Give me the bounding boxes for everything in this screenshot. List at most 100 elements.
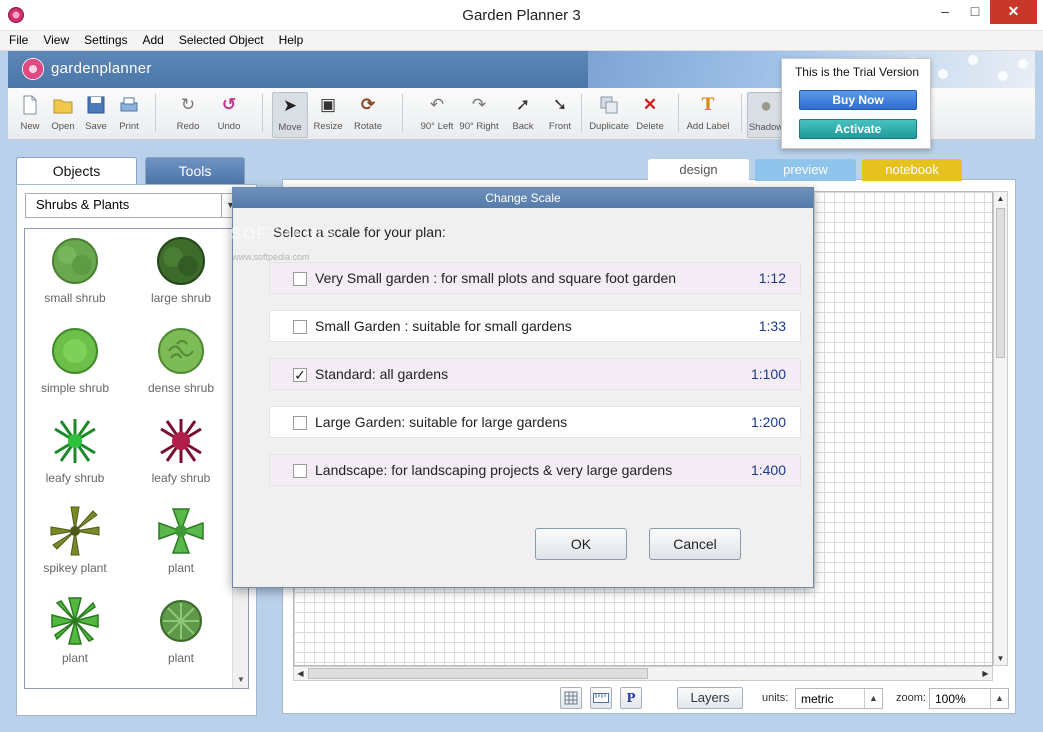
chevron-up-icon[interactable]: ▲	[990, 689, 1008, 708]
scale-option-very-small[interactable]: Very Small garden : for small plots and …	[269, 262, 801, 294]
zoom-select[interactable]: 100% ▲	[929, 688, 1009, 709]
rotate-right-icon: ↷	[471, 95, 487, 114]
rotate-icon: ⟳	[360, 95, 376, 114]
shadow-button[interactable]: ● Shadow	[747, 92, 785, 138]
scroll-right-icon[interactable]: ▶	[979, 667, 992, 680]
category-value: Shrubs & Plants	[36, 197, 130, 212]
delete-button[interactable]: ✕ Delete	[628, 92, 672, 138]
scale-option-landscape[interactable]: Landscape: for landscaping projects & ve…	[269, 454, 801, 486]
save-icon	[87, 96, 105, 114]
plant-item-small-shrub[interactable]: small shrub	[25, 229, 125, 319]
menu-file[interactable]: File	[0, 31, 34, 47]
front-label: Front	[548, 121, 572, 132]
scroll-down-icon[interactable]: ▼	[233, 672, 248, 688]
scale-checkbox-checked[interactable]: ✓	[293, 368, 307, 382]
cancel-button[interactable]: Cancel	[649, 528, 741, 560]
undo-icon: ↺	[221, 95, 237, 114]
plant-labels-toggle[interactable]: P	[620, 687, 642, 709]
activate-button[interactable]: Activate	[799, 119, 917, 139]
plant-item-spikey-plant[interactable]: spikey plant	[25, 499, 125, 589]
tab-design[interactable]: design	[648, 159, 749, 181]
send-back-icon: ➚	[515, 95, 531, 114]
plant-item-plant[interactable]: plant	[131, 589, 231, 679]
plant-item-simple-shrub[interactable]: simple shrub	[25, 319, 125, 409]
new-file-icon	[23, 95, 37, 115]
ruler-toggle-button[interactable]	[590, 687, 612, 709]
scale-checkbox[interactable]	[293, 464, 307, 478]
ok-button[interactable]: OK	[535, 528, 627, 560]
plant-name: dense shrub	[147, 381, 215, 395]
toolbar-separator	[741, 94, 742, 132]
tab-preview[interactable]: preview	[755, 159, 856, 181]
menu-add[interactable]: Add	[134, 31, 170, 47]
rotate-button[interactable]: ⟳ Rotate	[346, 92, 390, 138]
move-button[interactable]: ➤ Move	[272, 92, 308, 138]
vertical-scrollbar[interactable]: ▲ ▼	[993, 191, 1008, 666]
plant-item-plant[interactable]: plant	[131, 499, 231, 589]
plant-item-dense-shrub[interactable]: dense shrub	[131, 319, 231, 409]
watermark-url: www.softpedia.com	[232, 252, 310, 262]
zoom-value: 100%	[935, 692, 966, 706]
scrollbar-thumb[interactable]	[308, 668, 648, 679]
resize-icon: ▣	[319, 95, 337, 114]
delete-icon: ✕	[642, 95, 658, 114]
close-button[interactable]: ✕	[990, 0, 1037, 24]
scrollbar-thumb[interactable]	[996, 208, 1005, 358]
plant-item-plant[interactable]: plant	[25, 589, 125, 679]
scroll-up-icon[interactable]: ▲	[994, 192, 1007, 205]
tab-objects[interactable]: Objects	[16, 157, 137, 185]
folder-icon	[53, 99, 73, 114]
scale-option-large[interactable]: Large Garden: suitable for large gardens…	[269, 406, 801, 438]
front-button[interactable]: ➘ Front	[538, 92, 582, 138]
layers-button[interactable]: Layers	[677, 687, 743, 709]
add-label-button[interactable]: T Add Label	[685, 92, 731, 138]
resize-button[interactable]: ▣ Resize	[306, 92, 350, 138]
scale-checkbox[interactable]	[293, 416, 307, 430]
horizontal-scrollbar[interactable]: ◀ ▶	[293, 666, 993, 681]
buy-now-button[interactable]: Buy Now	[799, 90, 917, 110]
rotate-right-label: 90° Right	[459, 121, 499, 132]
grid-toggle-button[interactable]	[560, 687, 582, 709]
scale-checkbox[interactable]	[293, 320, 307, 334]
rotate-left-button[interactable]: ↶ 90° Left	[415, 92, 459, 138]
plant-item-leafy-shrub-green[interactable]: leafy shrub	[25, 409, 125, 499]
units-select[interactable]: metric ▲	[795, 688, 883, 709]
scroll-left-icon[interactable]: ◀	[294, 667, 307, 680]
duplicate-button[interactable]: Duplicate	[586, 92, 632, 138]
plant-item-large-shrub[interactable]: large shrub	[131, 229, 231, 319]
plant-name: spikey plant	[43, 561, 107, 575]
zoom-label: zoom:	[896, 692, 926, 704]
menu-help[interactable]: Help	[270, 31, 310, 47]
category-dropdown[interactable]: Shrubs & Plants ▼	[25, 193, 240, 218]
resize-label: Resize	[313, 121, 343, 132]
chevron-up-icon[interactable]: ▲	[864, 689, 882, 708]
menu-selected-object[interactable]: Selected Object	[170, 31, 270, 47]
rotate-right-button[interactable]: ↷ 90° Right	[457, 92, 501, 138]
flower-logo-icon	[22, 58, 44, 80]
tab-tools[interactable]: Tools	[145, 157, 245, 185]
scale-option-standard[interactable]: ✓ Standard: all gardens 1:100	[269, 358, 801, 390]
toolbar-separator	[262, 94, 263, 132]
undo-button[interactable]: ↺ Undo	[207, 92, 251, 138]
menu-view[interactable]: View	[34, 31, 75, 47]
scroll-down-icon[interactable]: ▼	[994, 652, 1007, 665]
minimize-button[interactable]: –	[930, 0, 960, 24]
trial-notice: This is the Trial Version	[794, 65, 920, 79]
tab-notebook[interactable]: notebook	[862, 159, 962, 181]
change-scale-dialog: Change Scale Select a scale for your pla…	[232, 187, 814, 588]
brand-name: gardenplanner	[51, 60, 152, 77]
rotate-left-icon: ↶	[429, 95, 445, 114]
redo-button[interactable]: ↻ Redo	[166, 92, 210, 138]
plant-item-leafy-shrub-red[interactable]: leafy shrub	[131, 409, 231, 499]
print-button[interactable]: Print	[107, 92, 151, 138]
plant-name: plant	[167, 651, 195, 665]
scale-checkbox[interactable]	[293, 272, 307, 286]
menu-settings[interactable]: Settings	[75, 31, 133, 47]
plant-name: simple shrub	[40, 381, 110, 395]
undo-label: Undo	[217, 121, 241, 132]
scale-option-small[interactable]: Small Garden : suitable for small garden…	[269, 310, 801, 342]
maximize-button[interactable]: □	[960, 0, 990, 24]
scale-ratio: 1:100	[750, 366, 786, 382]
plant-name: small shrub	[44, 291, 106, 305]
shadow-label: Shadow	[748, 122, 784, 133]
